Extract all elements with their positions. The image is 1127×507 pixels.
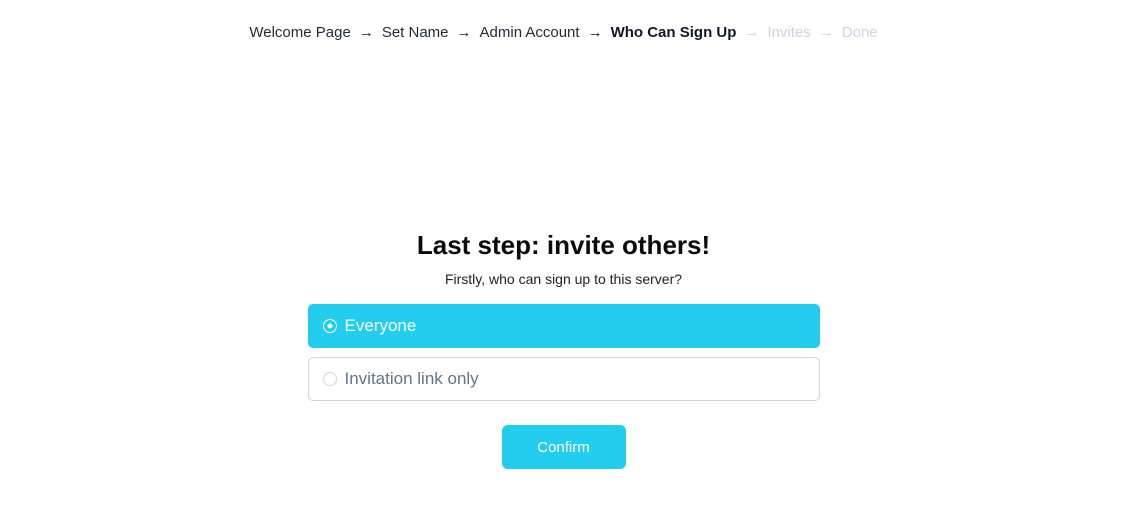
breadcrumb: Welcome Page → Set Name → Admin Account … (0, 23, 1127, 43)
option-label: Invitation link only (344, 369, 479, 388)
breadcrumb-step-welcome-page[interactable]: Welcome Page (249, 23, 350, 43)
breadcrumb-step-who-can-sign-up: Who Can Sign Up (610, 24, 737, 41)
setup-page: Welcome Page → Set Name → Admin Account … (0, 0, 1127, 507)
option-label: Everyone (344, 316, 417, 335)
arrow-right-icon: → (456, 24, 472, 41)
signup-policy-section: Last step: invite others! Firstly, who c… (0, 228, 1127, 469)
arrow-right-icon: → (744, 24, 760, 41)
arrow-right-icon: → (587, 24, 603, 41)
page-title: Last step: invite others! (416, 230, 711, 260)
breadcrumb-step-done: Done (841, 24, 878, 41)
breadcrumb-step-invites: Invites (767, 24, 811, 41)
page-subtitle: Firstly, who can sign up to this server? (444, 271, 683, 287)
breadcrumb-step-set-name[interactable]: Set Name (382, 23, 449, 43)
radio-selected-icon (322, 319, 337, 333)
option-everyone[interactable]: Everyone (307, 304, 820, 348)
arrow-right-icon: → (358, 24, 374, 41)
signup-options: Everyone Invitation link only (307, 304, 820, 401)
confirm-button[interactable]: Confirm (501, 425, 626, 469)
breadcrumb-step-admin-account[interactable]: Admin Account (480, 23, 580, 43)
option-invitation-link-only[interactable]: Invitation link only (307, 357, 820, 401)
arrow-right-icon: → (818, 24, 834, 41)
radio-unselected-icon (322, 372, 337, 386)
